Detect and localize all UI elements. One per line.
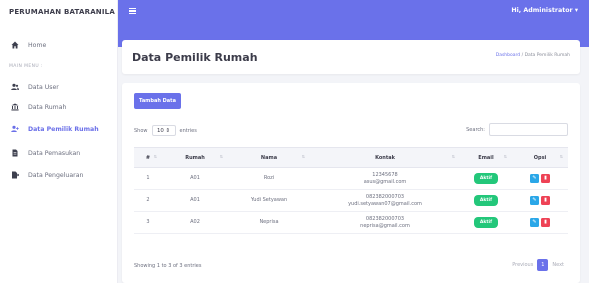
cell-actions: ✎ ▮: [512, 190, 568, 212]
sidebar-item-label: Data Rumah: [28, 103, 67, 111]
edit-icon[interactable]: ✎: [530, 174, 539, 183]
cell-rumah: A01: [190, 197, 200, 203]
breadcrumb: Dashboard / Data Pemilik Rumah: [496, 53, 570, 58]
sidebar-item-data-pemasukan[interactable]: Data Pemasukan: [0, 146, 118, 160]
sidebar-item-label: Data Pemasukan: [28, 149, 81, 157]
page-header: Data Pemilik Rumah Dashboard / Data Pemi…: [122, 40, 580, 74]
cell-status: Aktif: [460, 168, 512, 190]
show-label: Show: [134, 127, 148, 134]
user-plus-icon: [11, 125, 19, 133]
contact-email: yudi.setyawan07@gmail.com: [348, 200, 422, 207]
table-row: 2 A01 Yudi Setyawan 082382000703 yudi.set…: [134, 190, 568, 212]
trash-icon[interactable]: ▮: [541, 218, 550, 227]
contact-phone: 12345678: [372, 171, 398, 178]
brand-title: PERUMAHAN BATARANILA: [9, 8, 115, 16]
breadcrumb-separator: /: [521, 53, 524, 58]
sidebar-item-label: Data User: [28, 83, 59, 91]
user-menu[interactable]: Hi, Administrator ▾: [511, 7, 578, 14]
previous-button[interactable]: Previous: [508, 259, 537, 271]
table-info: Showing 1 to 3 of 3 entries: [134, 263, 202, 269]
cell-kontak: 082382000703 neprisa@gmail.com: [310, 212, 460, 234]
pagination: Previous 1 Next: [508, 259, 568, 271]
contact-email: asus@gmail.com: [363, 178, 407, 185]
add-data-button[interactable]: Tambah Data: [134, 93, 181, 109]
column-header-email[interactable]: Email ⇅: [460, 147, 512, 168]
cell-nama: Neprisa: [259, 219, 279, 225]
column-header-kontak[interactable]: Kontak ⇅: [310, 147, 460, 168]
section-label: MAIN MENU :: [9, 64, 43, 69]
data-card: Tambah Data Show 10 ⇕ entries Search: # ⇅…: [122, 83, 580, 283]
search-label: Search:: [466, 126, 485, 133]
status-badge: Aktif: [473, 217, 499, 228]
file-icon: [11, 149, 19, 157]
search-input[interactable]: [489, 123, 568, 136]
page-button[interactable]: 1: [537, 259, 549, 271]
sidebar: PERUMAHAN BATARANILA Home MAIN MENU : Da…: [0, 0, 118, 283]
sidebar-item-data-pemilik-rumah[interactable]: Data Pemilik Rumah: [0, 122, 118, 136]
column-header-opsi[interactable]: Opsi ⇅: [512, 147, 568, 168]
breadcrumb-current: Data Pemilik Rumah: [524, 53, 570, 58]
owners-table: # ⇅ Rumah ⇅ Nama ⇅ Kontak ⇅ Email ⇅ Opsi ⇅ 1 A…: [134, 147, 568, 234]
cell-actions: ✎ ▮: [512, 212, 568, 234]
sidebar-item-home[interactable]: Home: [0, 38, 118, 52]
bank-icon: [11, 103, 19, 111]
cell-kontak: 12345678 asus@gmail.com: [310, 168, 460, 190]
column-header-nama[interactable]: Nama ⇅: [228, 147, 310, 168]
sidebar-item-label: Data Pengeluaran: [28, 171, 84, 179]
table-row: 3 A02 Neprisa 082382000703 neprisa@gmail.…: [134, 212, 568, 234]
table-header-row: # ⇅ Rumah ⇅ Nama ⇅ Kontak ⇅ Email ⇅ Opsi ⇅: [134, 147, 568, 168]
cell-no: 2: [146, 197, 150, 203]
breadcrumb-dashboard-link[interactable]: Dashboard: [496, 53, 520, 58]
edit-icon[interactable]: ✎: [530, 196, 539, 205]
cell-no: 1: [146, 175, 150, 181]
cell-nama: Rozi: [263, 175, 275, 181]
cell-status: Aktif: [460, 212, 512, 234]
sidebar-item-data-rumah[interactable]: Data Rumah: [0, 100, 118, 114]
edit-icon[interactable]: ✎: [530, 218, 539, 227]
sidebar-item-label: Home: [28, 41, 47, 49]
cell-rumah: A01: [190, 175, 200, 181]
contact-phone: 082382000703: [365, 215, 405, 222]
page-title: Data Pemilik Rumah: [132, 51, 258, 64]
sidebar-item-data-pengeluaran[interactable]: Data Pengeluaran: [0, 168, 118, 182]
users-icon: [11, 83, 19, 91]
entries-length: Show 10 ⇕ entries: [134, 125, 197, 136]
column-header-rumah[interactable]: Rumah ⇅: [162, 147, 228, 168]
cell-actions: ✎ ▮: [512, 168, 568, 190]
column-header-no[interactable]: # ⇅: [134, 147, 162, 168]
status-badge: Aktif: [473, 173, 499, 184]
table-row: 1 A01 Rozi 12345678 asus@gmail.com Aktif …: [134, 168, 568, 190]
cell-status: Aktif: [460, 190, 512, 212]
contact-phone: 082382000703: [365, 193, 405, 200]
cell-rumah: A02: [190, 219, 200, 225]
cell-no: 3: [146, 219, 150, 225]
trash-icon[interactable]: ▮: [541, 196, 550, 205]
status-badge: Aktif: [473, 195, 499, 206]
file-export-icon: [11, 171, 19, 179]
entries-label: entries: [179, 127, 197, 134]
search-box: Search:: [466, 123, 568, 136]
entries-select[interactable]: 10 ⇕: [151, 125, 176, 136]
next-button[interactable]: Next: [548, 259, 568, 271]
sidebar-item-data-user[interactable]: Data User: [0, 80, 118, 94]
sidebar-item-label: Data Pemilik Rumah: [28, 125, 99, 133]
home-icon: [11, 41, 19, 49]
cell-nama: Yudi Setyawan: [250, 197, 288, 203]
menu-toggle-icon[interactable]: [129, 8, 136, 14]
cell-kontak: 082382000703 yudi.setyawan07@gmail.com: [310, 190, 460, 212]
trash-icon[interactable]: ▮: [541, 174, 550, 183]
contact-email: neprisa@gmail.com: [360, 222, 410, 229]
